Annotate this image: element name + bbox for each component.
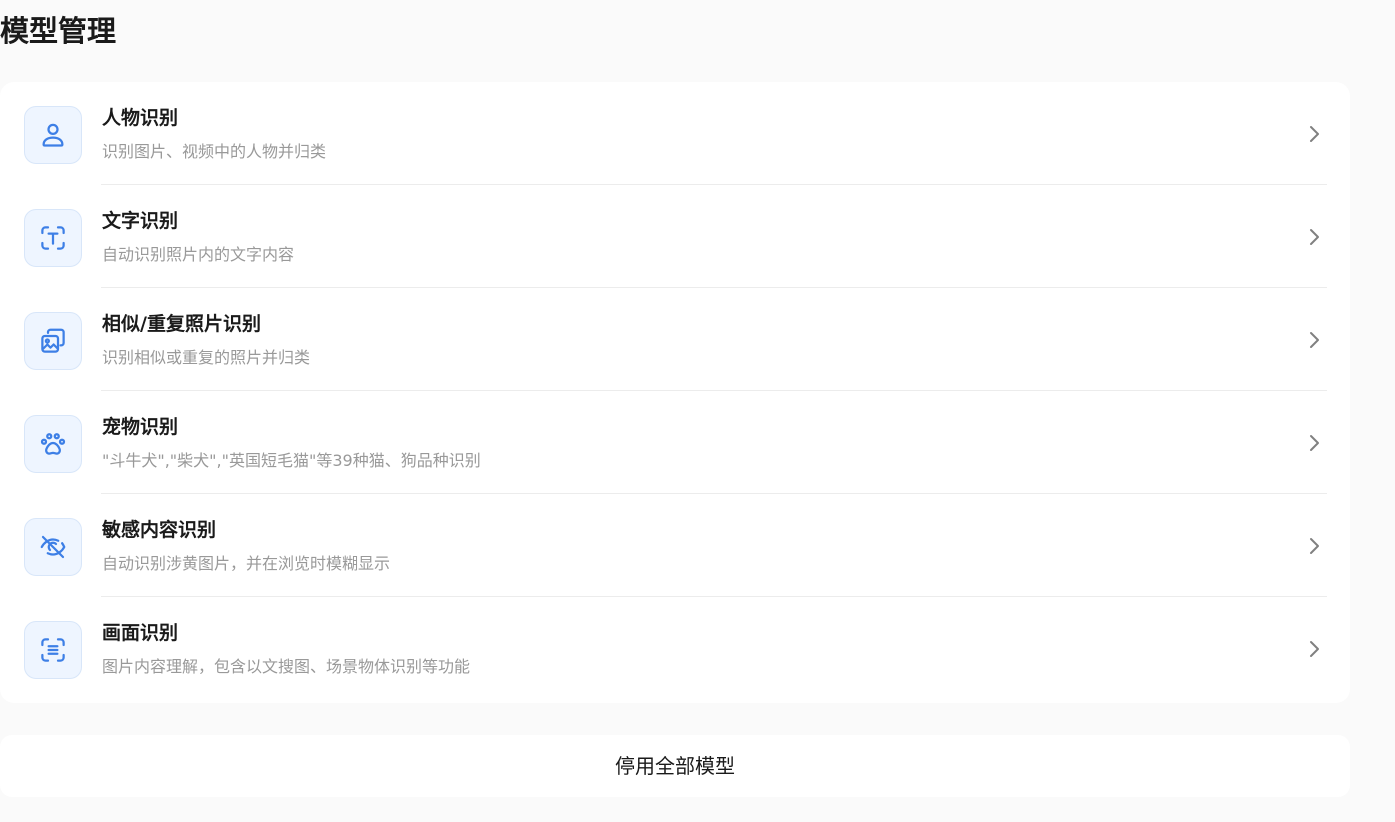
model-item-text-recognition[interactable]: 文字识别 自动识别照片内的文字内容: [0, 185, 1350, 288]
duplicate-photos-icon: [41, 328, 65, 353]
model-icon-container: [24, 106, 82, 164]
model-icon-container: [24, 209, 82, 267]
model-description: "斗牛犬","柴犬","英国短毛猫"等39种猫、狗品种识别: [102, 451, 481, 470]
model-title: 画面识别: [102, 622, 179, 644]
model-title: 宠物识别: [102, 416, 179, 438]
model-icon-container: [24, 415, 82, 473]
model-description: 图片内容理解，包含以文搜图、场景物体识别等功能: [102, 657, 471, 676]
chevron-right-icon: [1310, 229, 1319, 245]
model-item-pet-recognition[interactable]: 宠物识别 "斗牛犬","柴犬","英国短毛猫"等39种猫、狗品种识别: [0, 391, 1350, 494]
page-title: 模型管理: [0, 14, 117, 48]
chevron-right-icon: [1310, 435, 1319, 451]
model-title: 人物识别: [102, 107, 179, 129]
model-description: 自动识别涉黄图片，并在浏览时模糊显示: [102, 554, 391, 573]
scene-scan-icon: [41, 638, 65, 662]
chevron-right-icon: [1310, 126, 1319, 142]
paw-icon: [40, 433, 66, 455]
model-title: 相似/重复照片识别: [102, 313, 261, 335]
model-list: 人物识别 识别图片、视频中的人物并归类 文字识别 自动识别照片内的文字内容 相似…: [0, 82, 1350, 703]
model-item-person-recognition[interactable]: 人物识别 识别图片、视频中的人物并归类: [0, 82, 1350, 185]
model-item-duplicate-photo-recognition[interactable]: 相似/重复照片识别 识别相似或重复的照片并归类: [0, 288, 1350, 391]
model-title: 文字识别: [102, 210, 179, 232]
chevron-right-icon: [1310, 538, 1319, 554]
eye-off-icon: [40, 535, 66, 559]
model-icon-container: [24, 621, 82, 679]
text-scan-icon: [41, 226, 65, 250]
chevron-right-icon: [1310, 332, 1319, 348]
model-icon-container: [24, 518, 82, 576]
model-title: 敏感内容识别: [102, 519, 217, 541]
person-icon: [42, 123, 64, 147]
model-item-sensitive-content-recognition[interactable]: 敏感内容识别 自动识别涉黄图片，并在浏览时模糊显示: [0, 494, 1350, 597]
model-item-scene-recognition[interactable]: 画面识别 图片内容理解，包含以文搜图、场景物体识别等功能: [0, 597, 1350, 700]
model-description: 自动识别照片内的文字内容: [102, 245, 295, 264]
chevron-right-icon: [1310, 641, 1319, 657]
model-description: 识别图片、视频中的人物并归类: [102, 142, 327, 161]
model-description: 识别相似或重复的照片并归类: [102, 348, 311, 367]
model-icon-container: [24, 312, 82, 370]
disable-all-models-button[interactable]: 停用全部模型: [0, 735, 1350, 797]
